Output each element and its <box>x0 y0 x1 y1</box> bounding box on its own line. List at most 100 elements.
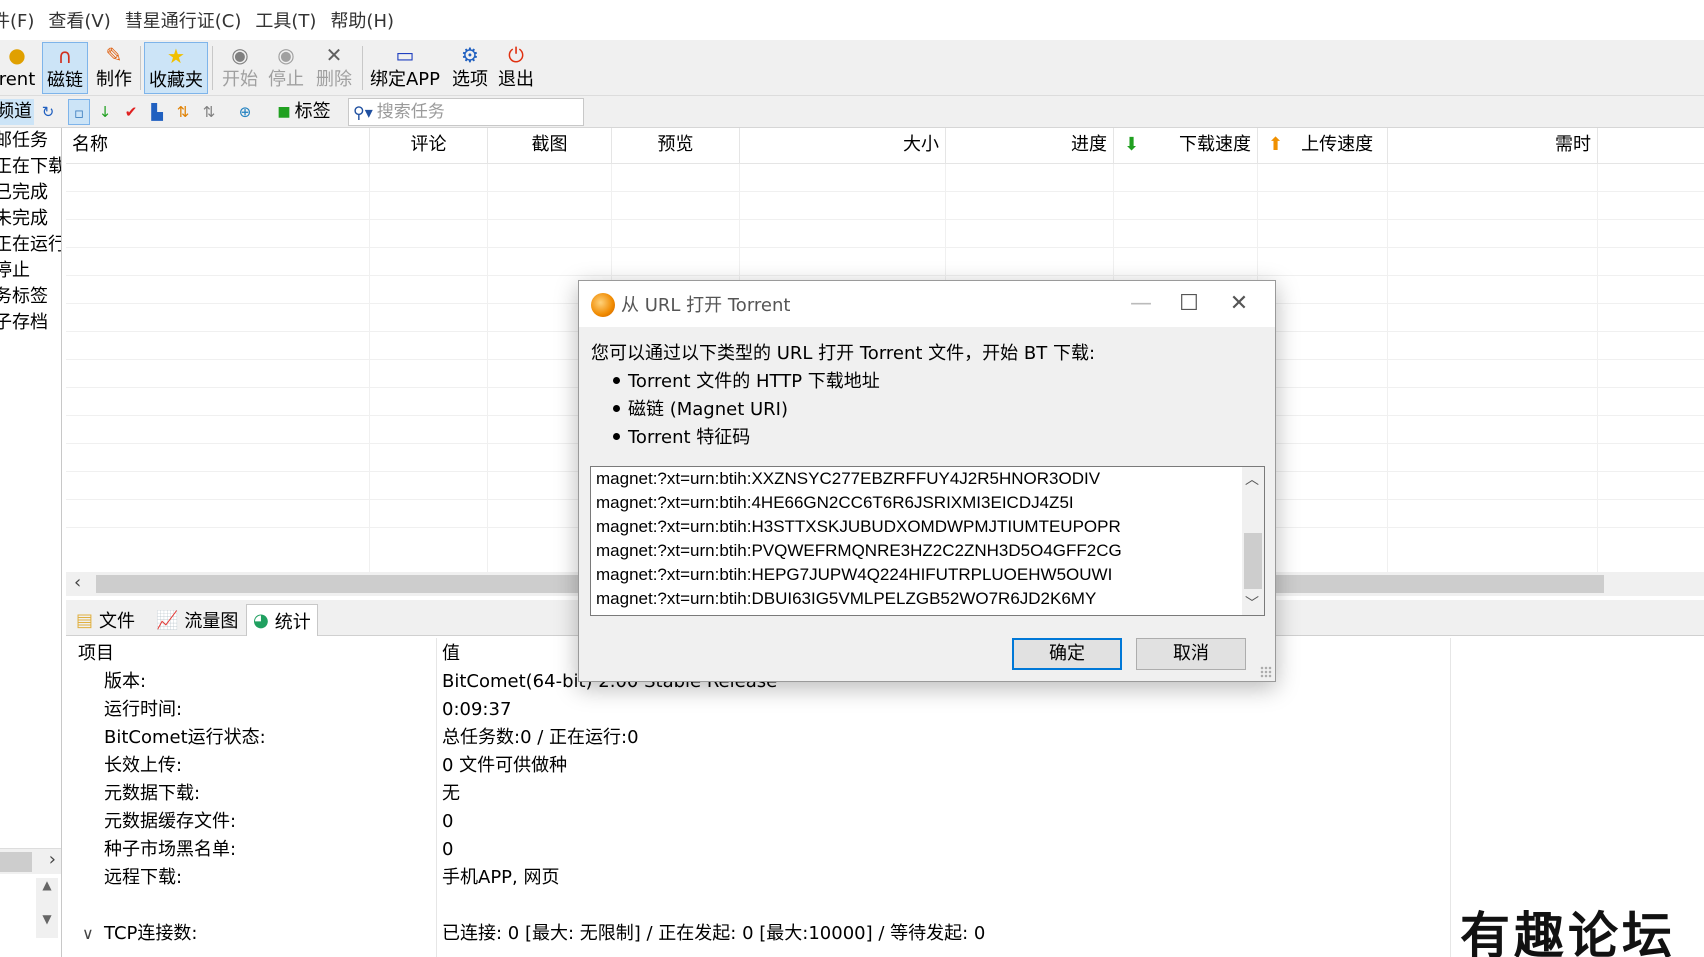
arrow-down-icon: ⬇ <box>1124 134 1140 155</box>
list-item: Torrent 文件的 HTTP 下载地址 <box>613 367 880 393</box>
scroll-thumb[interactable] <box>0 852 32 872</box>
column-upload-speed[interactable]: ⬆ 上传速度 <box>1258 128 1388 164</box>
column-comment[interactable]: 评论 <box>370 128 488 164</box>
toolbar-separator <box>140 46 141 90</box>
search-icon: ⚲▾ <box>353 102 373 122</box>
chevron-down-icon[interactable]: ∨ <box>82 920 94 948</box>
tags-button[interactable]: ■ 标签 <box>272 99 336 125</box>
main-toolbar: ● rent ∩ 磁链 ✎ 制作 ★ 收藏夹 ◉ 开始 ◉ 停止 ✕ 删除 ▭ … <box>0 40 1704 96</box>
chevron-down-icon[interactable]: ▼ <box>36 912 58 926</box>
column-screenshot[interactable]: 截图 <box>488 128 612 164</box>
chevron-left-icon[interactable]: ‹ <box>74 572 81 593</box>
sidebar-item-task-tags[interactable]: 务标签 <box>0 284 61 310</box>
dialog-titlebar[interactable]: 从 URL 打开 Torrent — ☐ ✕ <box>579 281 1275 327</box>
open-torrent-button[interactable]: ● rent <box>0 42 38 94</box>
chevron-right-icon[interactable]: › <box>49 849 56 870</box>
minimize-icon[interactable]: — <box>1121 287 1161 321</box>
list-item: 磁链 (Magnet URI) <box>613 395 788 421</box>
tab-statistics[interactable]: ◕ 统计 <box>246 604 318 636</box>
column-download-speed[interactable]: ⬇ 下载速度 <box>1114 128 1258 164</box>
grid-line <box>369 164 370 572</box>
toolbar-separator <box>212 46 213 90</box>
link-icon[interactable]: ⊕ <box>234 99 256 125</box>
move-icon[interactable]: ▙ <box>146 99 168 125</box>
sidebar-vscrollbar[interactable]: ▲ ▼ <box>36 878 58 938</box>
open-url-dialog: 从 URL 打开 Torrent — ☐ ✕ 您可以通过以下类型的 URL 打开… <box>578 280 1276 682</box>
menu-comet-pass[interactable]: 彗星通行证(C) <box>125 7 242 33</box>
sidebar-item-completed[interactable]: 已完成 <box>0 180 61 206</box>
menu-file[interactable]: 件(F) <box>0 7 34 33</box>
watermark: 有趣论坛 <box>1460 906 1676 957</box>
tab-files[interactable]: ▤ 文件 <box>70 604 141 636</box>
menu-tools[interactable]: 工具(T) <box>255 7 316 33</box>
close-icon[interactable]: ✕ <box>1219 287 1259 321</box>
check-icon[interactable]: ✔ <box>120 99 142 125</box>
priority-down-icon[interactable]: ⇅ <box>198 99 220 125</box>
stop-icon: ◉ <box>277 43 295 67</box>
url-line: magnet:?xt=urn:btih:XXZNSYC277EBZRFFUY4J… <box>596 469 1101 488</box>
torrent-icon: ● <box>8 43 26 67</box>
arrow-up-icon: ⬆ <box>1268 134 1284 155</box>
sidebar-item-incomplete[interactable]: 未完成 <box>0 206 61 232</box>
chevron-up-icon[interactable]: ▲ <box>36 878 58 892</box>
make-torrent-button[interactable]: ✎ 制作 <box>92 42 136 94</box>
stats-icon: ◕ <box>253 610 269 631</box>
url-lines: magnet:?xt=urn:btih:XXZNSYC277EBZRFFUY4J… <box>596 467 1122 611</box>
channel-tab[interactable]: 频道 <box>0 99 34 125</box>
folder-icon: ▤ <box>76 609 94 631</box>
priority-up-icon[interactable]: ⇅ <box>172 99 194 125</box>
table-row: 元数据缓存文件: 0 <box>104 811 454 832</box>
chevron-down-icon[interactable]: ﹀ <box>1245 593 1259 613</box>
sidebar-hscrollbar[interactable]: › <box>0 848 61 874</box>
new-task-icon[interactable]: ▫ <box>68 99 90 125</box>
column-size[interactable]: 大小 <box>740 128 946 164</box>
grid-line <box>66 219 1704 220</box>
stop-button[interactable]: ◉ 停止 <box>264 42 308 94</box>
tab-traffic-graph[interactable]: 📈 流量图 <box>150 604 244 636</box>
sidebar-item-running[interactable]: 正在运行 <box>0 232 61 258</box>
column-name[interactable]: 名称 <box>66 128 370 164</box>
url-line: magnet:?xt=urn:btih:DBUI63IG5VMLPELZGB52… <box>596 589 1097 608</box>
url-line: magnet:?xt=urn:btih:PVQWEFRMQNRE3HZ2C2ZN… <box>596 541 1122 560</box>
chevron-up-icon[interactable]: ︿ <box>1245 469 1259 489</box>
resize-grip[interactable] <box>1260 666 1272 678</box>
task-toolbar: 频道 ↻ ▫ ↓ ✔ ▙ ⇅ ⇅ ⊕ ■ 标签 ⚲▾ <box>0 96 1704 128</box>
bitcomet-logo-icon <box>591 293 615 317</box>
search-input[interactable] <box>376 102 567 122</box>
menu-bar: 件(F) 查看(V) 彗星通行证(C) 工具(T) 帮助(H) <box>0 0 1704 40</box>
close-icon: ✕ <box>325 43 343 67</box>
favorites-button[interactable]: ★ 收藏夹 <box>144 42 208 94</box>
sidebar-item-downloading[interactable]: 正在下载 <box>0 154 61 180</box>
exit-button[interactable]: ⏻ 退出 <box>494 42 538 94</box>
dialog-title: 从 URL 打开 Torrent <box>621 295 791 316</box>
url-scrollbar[interactable]: ︿ ﹀ <box>1242 467 1264 615</box>
table-row-tcp[interactable]: ∨ TCP连接数: 已连接: 0 [最大: 无限制] / 正在发起: 0 [最大… <box>66 920 1704 948</box>
column-progress[interactable]: 进度 <box>946 128 1114 164</box>
arrow-down-icon[interactable]: ↓ <box>94 99 116 125</box>
menu-view[interactable]: 查看(V) <box>48 7 110 33</box>
refresh-icon[interactable]: ↻ <box>38 99 58 125</box>
column-time-left[interactable]: 需时 <box>1388 128 1598 164</box>
menu-help[interactable]: 帮助(H) <box>330 7 394 33</box>
toolbar-separator <box>362 46 363 90</box>
options-button[interactable]: ⚙ 选项 <box>448 42 492 94</box>
scroll-thumb[interactable] <box>1244 533 1262 589</box>
grid-line <box>1387 164 1388 572</box>
statistics-table: 项目 值 版本: BitComet(64-bit) 2.00 Stable Re… <box>66 638 1704 957</box>
cancel-button[interactable]: 取消 <box>1136 638 1246 670</box>
delete-button[interactable]: ✕ 删除 <box>312 42 356 94</box>
bind-app-button[interactable]: ▭ 绑定APP <box>366 42 444 94</box>
header-item: 项目 <box>78 643 114 664</box>
sidebar-item-torrent-archive[interactable]: 子存档 <box>0 310 61 336</box>
maximize-icon[interactable]: ☐ <box>1169 287 1209 321</box>
sidebar-item-stopped[interactable]: 停止 <box>0 258 61 284</box>
grid-line <box>487 164 488 572</box>
url-textarea[interactable]: magnet:?xt=urn:btih:XXZNSYC277EBZRFFUY4J… <box>590 466 1265 616</box>
ok-button[interactable]: 确定 <box>1012 638 1122 670</box>
magnet-button[interactable]: ∩ 磁链 <box>42 42 88 94</box>
search-box[interactable]: ⚲▾ <box>348 98 584 126</box>
make-icon: ✎ <box>105 43 123 67</box>
column-preview[interactable]: 预览 <box>612 128 740 164</box>
start-button[interactable]: ◉ 开始 <box>218 42 262 94</box>
sidebar-item-all-tasks[interactable]: 邮任务 <box>0 128 61 154</box>
